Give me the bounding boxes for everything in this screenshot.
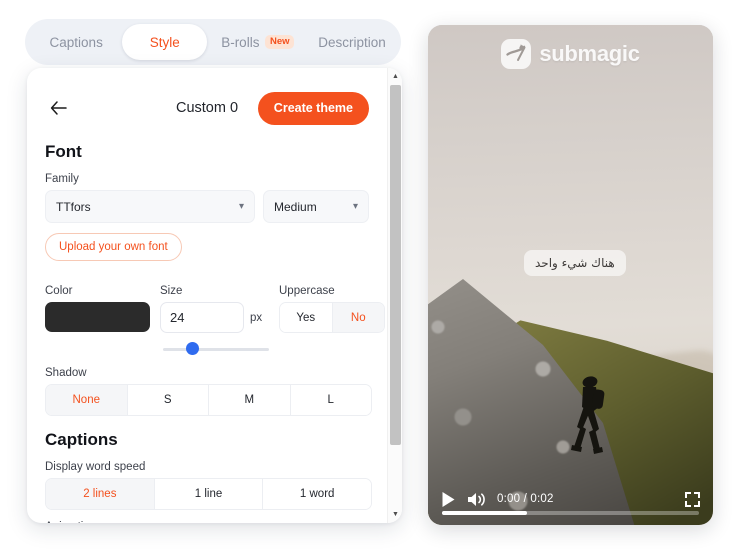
uppercase-segmented-control: Yes No xyxy=(279,302,385,333)
font-family-value: TTfors xyxy=(56,199,91,214)
volume-button[interactable] xyxy=(467,491,486,508)
back-button[interactable] xyxy=(45,95,71,121)
size-label: Size xyxy=(160,285,183,297)
word-speed-label: Display word speed xyxy=(45,461,146,473)
color-column: Color xyxy=(45,274,150,356)
tab-description-label: Description xyxy=(318,34,386,50)
submagic-watermark-text: submagic xyxy=(539,41,640,66)
scroll-up-arrow-icon[interactable]: ▲ xyxy=(388,69,402,84)
video-progress-bar[interactable] xyxy=(442,511,699,515)
size-unit-label: px xyxy=(250,311,263,324)
size-input-wrap: px xyxy=(160,302,269,333)
font-family-select[interactable]: TTfors ▾ xyxy=(45,190,256,223)
video-progress-fill xyxy=(442,511,527,515)
font-color-swatch[interactable] xyxy=(45,302,150,332)
card-header: Custom 0 Create theme xyxy=(45,88,369,128)
tab-brolls[interactable]: B-rolls New xyxy=(207,24,308,60)
word-speed-option-1-line[interactable]: 1 line xyxy=(154,479,264,509)
tab-style-label: Style xyxy=(149,34,180,50)
video-caption-overlay: هناك شيء واحد xyxy=(524,250,626,276)
word-speed-option-2-lines[interactable]: 2 lines xyxy=(46,479,155,509)
magic-wand-icon xyxy=(506,44,526,61)
shadow-option-m[interactable]: M xyxy=(209,385,291,415)
word-speed-option-1-word[interactable]: 1 word xyxy=(263,479,371,509)
chevron-down-icon: ▾ xyxy=(238,201,245,212)
tab-captions[interactable]: Captions xyxy=(30,24,122,60)
font-weight-select[interactable]: Medium ▾ xyxy=(263,190,369,223)
shadow-label: Shadow xyxy=(45,367,87,379)
scrollbar-thumb[interactable] xyxy=(390,85,401,445)
upload-font-button[interactable]: Upload your own font xyxy=(45,233,182,261)
settings-scrollbar[interactable]: ▲ ▼ xyxy=(387,68,402,523)
tab-captions-label: Captions xyxy=(49,34,103,50)
tab-description[interactable]: Description xyxy=(308,24,396,60)
slider-thumb[interactable] xyxy=(185,342,199,355)
play-button[interactable] xyxy=(441,491,456,508)
font-family-label: Family xyxy=(45,173,79,185)
uppercase-option-no[interactable]: No xyxy=(332,303,384,332)
volume-on-icon xyxy=(468,492,485,506)
video-preview-panel[interactable]: submagic هناك شيء واحد 0:00 / 0:02 xyxy=(428,25,713,525)
slider-track xyxy=(163,348,269,351)
submagic-watermark: submagic xyxy=(428,39,713,69)
chevron-down-icon: ▾ xyxy=(352,201,358,212)
animation-label: Animation xyxy=(45,521,369,523)
create-theme-button[interactable]: Create theme xyxy=(257,91,369,125)
submagic-logo-icon xyxy=(501,39,532,69)
shadow-option-none[interactable]: None xyxy=(46,385,128,415)
tab-bar: Captions Style B-rolls New Description xyxy=(25,19,401,65)
color-label: Color xyxy=(45,285,73,297)
fullscreen-button[interactable] xyxy=(685,491,700,507)
font-weight-value: Medium xyxy=(274,199,317,214)
uppercase-label: Uppercase xyxy=(279,285,335,297)
uppercase-option-yes[interactable]: Yes xyxy=(280,303,333,332)
font-size-input[interactable] xyxy=(160,302,244,333)
shadow-option-l[interactable]: L xyxy=(290,385,371,415)
tab-brolls-new-badge: New xyxy=(265,34,294,50)
shadow-segmented-control: None S M L xyxy=(45,384,372,416)
word-speed-segmented-control: 2 lines 1 line 1 word xyxy=(45,478,372,510)
arrow-left-icon xyxy=(50,101,67,115)
font-family-row: TTfors ▾ Medium ▾ xyxy=(45,190,369,223)
video-time-display: 0:00 / 0:02 xyxy=(497,493,554,505)
uppercase-column: Uppercase Yes No xyxy=(279,274,385,356)
font-section-heading: Font xyxy=(45,142,82,161)
font-size-slider[interactable] xyxy=(163,342,269,356)
play-icon xyxy=(442,491,455,507)
tab-brolls-label: B-rolls xyxy=(221,34,260,50)
size-column: Size px xyxy=(160,274,269,356)
font-style-row: Color Size px Uppercase xyxy=(45,274,385,356)
fullscreen-icon xyxy=(685,491,700,507)
settings-scroll-area: Custom 0 Create theme Font Family TTfors… xyxy=(27,68,387,523)
editor-column: Captions Style B-rolls New Description C… xyxy=(0,0,420,550)
video-controls-bar: 0:00 / 0:02 xyxy=(428,473,713,525)
scroll-down-arrow-icon[interactable]: ▼ xyxy=(388,507,402,522)
hiker-silhouette xyxy=(571,376,605,454)
shadow-option-s[interactable]: S xyxy=(127,385,209,415)
style-settings-card: Custom 0 Create theme Font Family TTfors… xyxy=(27,68,402,523)
captions-section-heading: Captions xyxy=(45,430,118,449)
tab-style[interactable]: Style xyxy=(122,24,208,60)
